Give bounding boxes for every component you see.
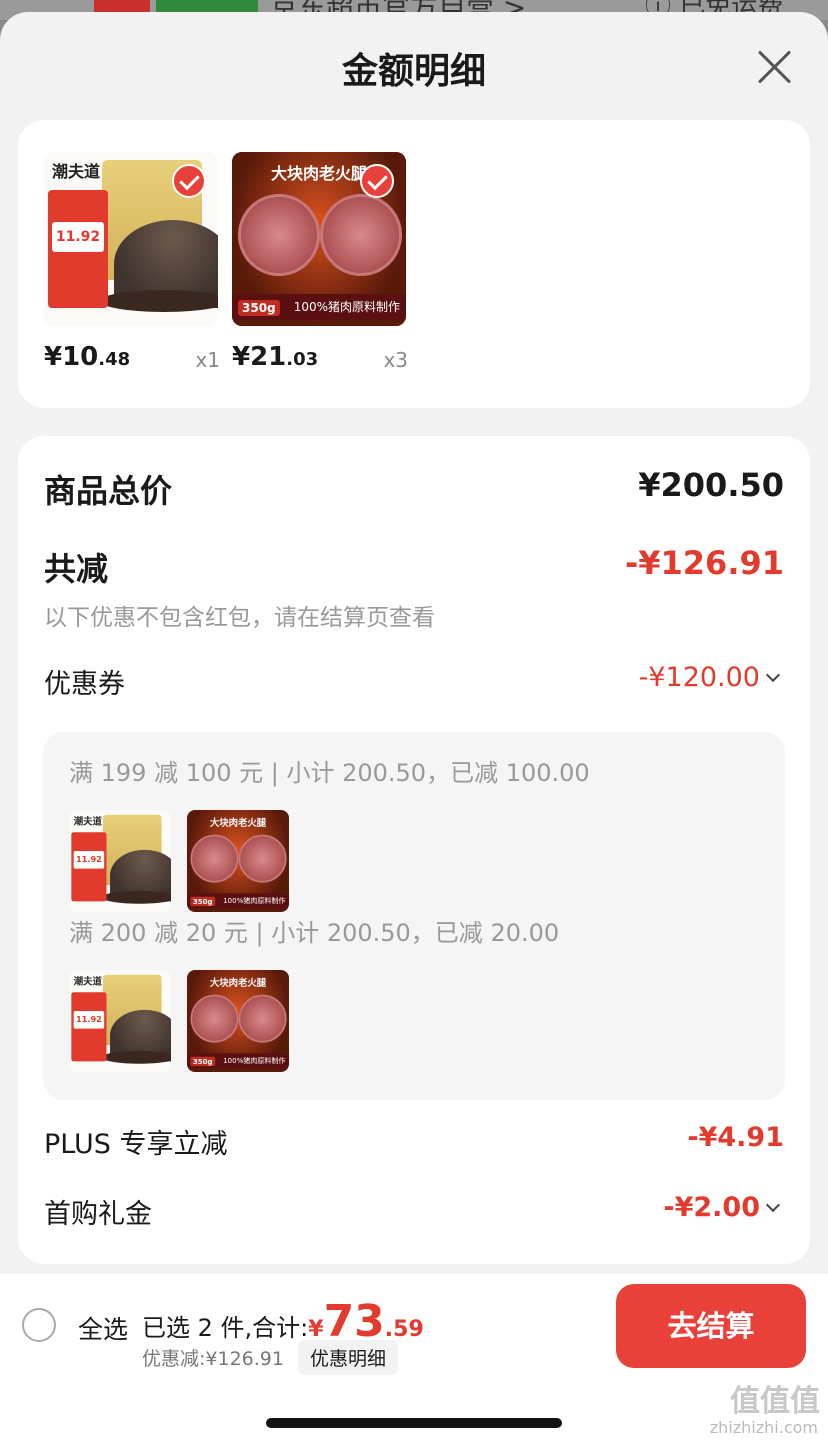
- coupon-row[interactable]: 优惠券 -¥120.00: [44, 662, 784, 702]
- ham-slice-shape: [238, 194, 320, 276]
- coupon-rule-text: 满 200 减 20 元 | 小计 200.50，已减 20.00: [69, 919, 560, 947]
- discount-note: 以下优惠不包含红包，请在结算页查看: [44, 605, 435, 631]
- plate-shape: [100, 290, 218, 312]
- selected-products-card: 潮夫道 11.92 ¥10.48 x1 大块肉老火腿 100%猪肉原料制作 35…: [18, 120, 810, 408]
- coupon-rule-text: 满 199 减 100 元 | 小计 200.50，已减 100.00: [69, 759, 590, 787]
- first-purchase-gift-row[interactable]: 首购礼金 -¥2.00: [44, 1192, 784, 1232]
- amount-detail-sheet: 金额明细 潮夫道 11.92 ¥10.48 x1 大块肉老火腿 100%猪肉原料…: [0, 12, 828, 1448]
- coupon-product-thumb: 大块肉老火腿 100%猪肉原料制作 350g: [187, 970, 289, 1072]
- home-indicator[interactable]: [266, 1418, 562, 1428]
- coupon-value[interactable]: -¥120.00: [639, 662, 781, 693]
- weight-badge: 350g: [238, 300, 280, 316]
- checkout-button[interactable]: 去结算: [616, 1284, 806, 1368]
- product-image[interactable]: 潮夫道 11.92: [44, 152, 218, 326]
- discount-summary: 优惠减:¥126.91: [142, 1348, 284, 1370]
- plus-discount-value: -¥4.91: [687, 1122, 784, 1153]
- gift-label: 首购礼金: [44, 1199, 152, 1230]
- coupon-group: 满 199 减 100 元 | 小计 200.50，已减 100.00 潮夫道 …: [69, 756, 590, 912]
- product-price: ¥10.48: [44, 342, 131, 372]
- total-discount-row: 共减 -¥126.91: [44, 544, 784, 594]
- product-price: ¥21.03: [232, 342, 319, 372]
- coupon-detail-box: 满 199 减 100 元 | 小计 200.50，已减 100.00 潮夫道 …: [43, 732, 785, 1100]
- close-icon[interactable]: [756, 48, 792, 84]
- product-quantity: x1: [195, 348, 220, 372]
- promo-strip: 11.92: [48, 190, 108, 308]
- checked-icon[interactable]: [360, 164, 394, 198]
- brand-text: 潮夫道: [52, 162, 101, 181]
- plus-discount-label: PLUS 专享立减: [44, 1129, 228, 1160]
- coupon-group: 满 200 减 20 元 | 小计 200.50，已减 20.00 潮夫道 11…: [69, 916, 559, 1072]
- price-breakdown-card: 商品总价 ¥200.50 共减 -¥126.91 以下优惠不包含红包，请在结算页…: [18, 436, 810, 1264]
- select-all-label[interactable]: 全选: [78, 1310, 128, 1346]
- select-all-radio[interactable]: [22, 1308, 56, 1342]
- total-price-value: ¥200.50: [638, 466, 784, 504]
- ham-slice-shape: [320, 194, 402, 276]
- product-item[interactable]: 大块肉老火腿 100%猪肉原料制作 350g ¥21.03 x3: [232, 152, 408, 382]
- discount-detail-button[interactable]: 优惠明细: [298, 1340, 399, 1375]
- checkout-bar: 全选 已选 2 件,合计:¥73.59 优惠减:¥126.91 优惠明细 去结算…: [0, 1274, 828, 1448]
- total-price-row: 商品总价 ¥200.50: [44, 466, 784, 516]
- total-price-label: 商品总价: [44, 472, 173, 510]
- amount-decimal: .59: [384, 1317, 424, 1342]
- coupon-product-thumb: 大块肉老火腿 100%猪肉原料制作 350g: [187, 810, 289, 912]
- promo-price: 11.92: [52, 222, 104, 252]
- total-discount-value: -¥126.91: [624, 544, 784, 582]
- gift-value[interactable]: -¥2.00: [663, 1192, 781, 1223]
- coupon-product-thumb: 潮夫道 11.92: [69, 970, 171, 1072]
- product-item[interactable]: 潮夫道 11.92 ¥10.48 x1: [44, 152, 220, 382]
- product-quantity: x3: [383, 348, 408, 372]
- checked-icon[interactable]: [172, 164, 206, 198]
- watermark-site: zhizhizhi.com: [709, 1418, 818, 1437]
- selected-count-text: 已选 2 件,合计:: [142, 1314, 309, 1342]
- coupon-label: 优惠券: [44, 669, 125, 700]
- chevron-down-icon[interactable]: [765, 1197, 781, 1213]
- plus-discount-row: PLUS 专享立减 -¥4.91: [44, 1122, 784, 1162]
- chevron-down-icon[interactable]: [765, 667, 781, 683]
- product-image[interactable]: 大块肉老火腿 100%猪肉原料制作 350g: [232, 152, 406, 326]
- watermark-logo: 值值值: [730, 1384, 820, 1419]
- total-discount-label: 共减: [44, 550, 109, 588]
- coupon-product-thumb: 潮夫道 11.92: [69, 810, 171, 912]
- currency-symbol: ¥: [308, 1317, 324, 1342]
- sheet-title: 金额明细: [341, 51, 486, 92]
